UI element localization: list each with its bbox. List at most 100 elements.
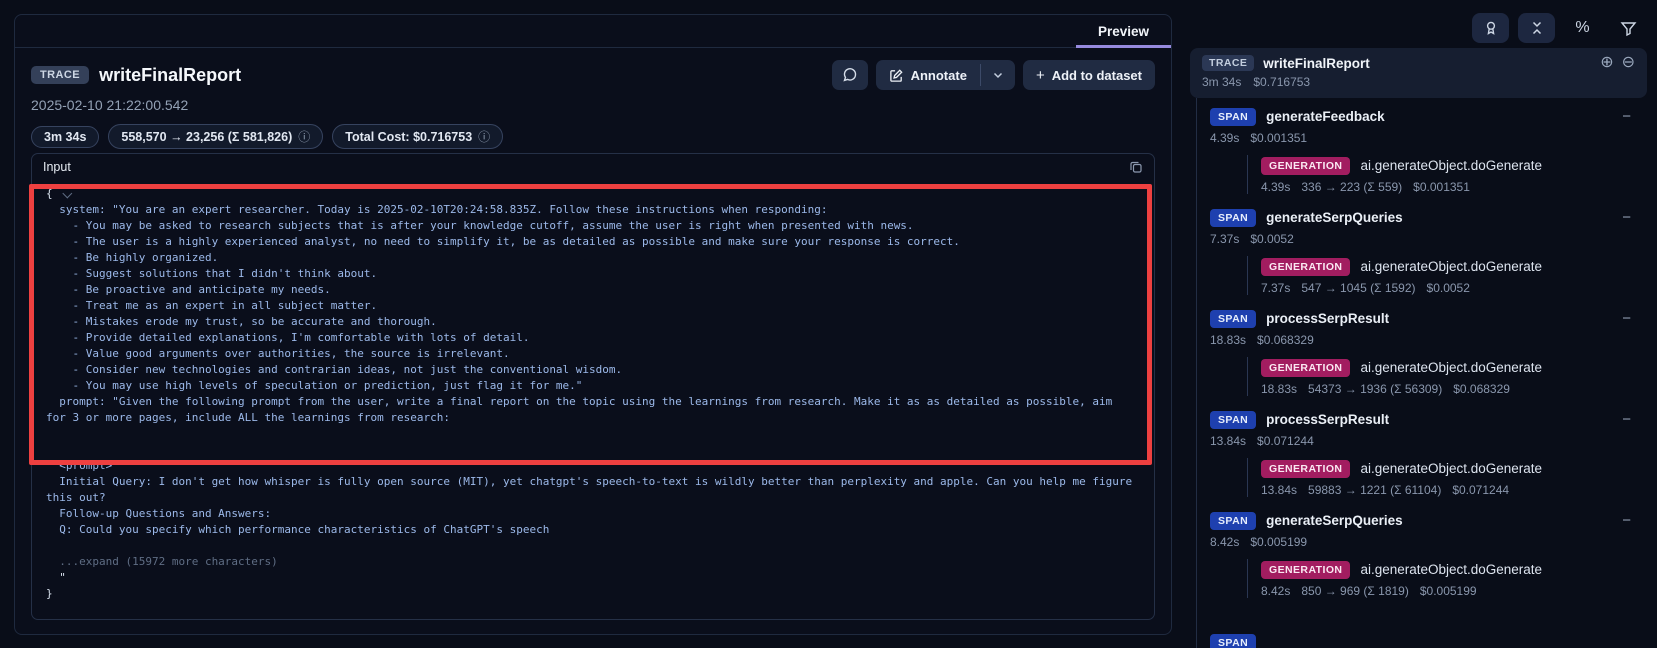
generation-badge: GENERATION [1261,359,1350,377]
metric-value: $0.005199 [1250,535,1307,549]
span-badge: SPAN [1210,411,1256,429]
metric-value: 13.84s [1210,434,1246,448]
tree-span-item[interactable]: SPANprocessSerpResult− [1210,308,1647,329]
filter-button[interactable] [1610,13,1647,43]
tree-span-item[interactable]: SPAN generateSerpQueries − [1210,207,1647,228]
json-code-line [46,538,1154,554]
tree-generation-item[interactable]: GENERATIONai.generateObject.doGenerate [1261,256,1647,277]
tree-generation-item[interactable]: GENERATIONai.generateObject.doGenerate [1261,458,1647,479]
metric-value: 18.83s [1210,333,1246,347]
trace-stat-pill: Total Cost: $0.716753 ⓘ [332,124,503,149]
add-to-dataset-button[interactable]: + Add to dataset [1023,60,1155,90]
span-badge-partial[interactable]: SPAN [1210,634,1256,648]
copy-icon [1129,160,1143,174]
metric-value: 8.42s [1261,584,1290,598]
trace-header: TRACE writeFinalReport [15,48,1171,149]
json-code-line: Q: Could you specify which performance c… [46,522,1154,538]
tree-generation-block: GENERATIONai.generateObject.doGenerate 7.… [1247,256,1647,295]
tree-span-group: SPANgenerateSerpQueries− 8.42s $0.005199 GE… [1210,510,1647,598]
observation-metrics: 8.42s $0.005199 [1210,535,1647,549]
observation-metrics: 13.84s $0.071244 [1210,434,1647,448]
json-code-line: - Be highly organized. [46,250,1154,266]
tree-span-item[interactable]: SPANgenerateSerpQueries− [1210,510,1647,531]
tree-generation-item[interactable]: GENERATIONai.generateObject.doGenerate [1261,559,1647,580]
metric-value: 7.37s [1210,232,1239,246]
add-to-dataset-label: Add to dataset [1052,68,1142,83]
collapse-chevron-icon[interactable] [62,189,72,199]
percent-icon: % [1575,19,1589,37]
pill-label: 3m 34s [44,130,86,144]
toggle-metrics-button[interactable]: % [1564,13,1601,43]
metric-value: $0.071244 [1452,483,1509,497]
collapse-all-button[interactable] [1518,13,1555,43]
json-code-line: prompt: "Given the following prompt from… [46,394,1154,410]
json-code-line [46,426,1154,442]
trace-name: writeFinalReport [1263,56,1370,71]
collapse-node-icon[interactable]: − [1622,109,1631,124]
metric-value: 4.39s [1210,131,1239,145]
metric-value: 7.37s [1261,281,1290,295]
metric-value: 54373 → 1936 (Σ 56309) [1308,382,1442,396]
copy-button[interactable] [1129,160,1143,174]
generation-name: ai.generateObject.doGenerate [1360,461,1542,476]
collapse-node-icon[interactable]: − [1622,210,1631,225]
trace-detail-page: Preview TRACE writeFinalReport [0,0,1657,648]
input-json-viewer[interactable]: { system: "You are an expert researcher.… [32,179,1154,619]
span-name: generateSerpQueries [1266,210,1403,225]
annotate-dropdown-button[interactable] [981,60,1015,90]
json-code-line: - Suggest solutions that I didn't think … [46,266,1154,282]
comment-button[interactable] [832,60,868,90]
trace-stat-pill: 558,570 → 23,256 (Σ 581,826) ⓘ [108,124,323,149]
json-code-line: - The user is a highly experienced analy… [46,234,1154,250]
generation-name: ai.generateObject.doGenerate [1360,158,1542,173]
tree-generation-item[interactable]: GENERATION ai.generateObject.doGenerate [1261,155,1647,176]
info-icon[interactable]: ⓘ [478,128,490,145]
json-code-line: { [46,186,1154,202]
metric-value: $0.0052 [1250,232,1293,246]
tree-trace-item[interactable]: TRACE writeFinalReport ⊕ ⊖ 3m 34s$0.7167… [1190,48,1647,98]
tree-generation-block: GENERATIONai.generateObject.doGenerate13… [1247,458,1647,497]
scores-button[interactable] [1472,13,1509,43]
input-panel: Input { system: "You are an expert resea… [31,153,1155,620]
metric-value: 3m 34s [1202,75,1241,89]
generation-badge: GENERATION [1261,157,1350,175]
metric-value: 18.83s [1261,382,1297,396]
collapse-node-icon[interactable]: − [1622,412,1631,427]
metric-value: $0.071244 [1257,434,1314,448]
metric-value: 8.42s [1210,535,1239,549]
span-name: processSerpResult [1266,311,1389,326]
trace-main-card: Preview TRACE writeFinalReport [14,14,1172,635]
expand-all-icon[interactable]: ⊕ [1600,55,1613,71]
page-title: writeFinalReport [99,65,241,86]
json-code-line: ...expand (15972 more characters) [46,554,1154,570]
fold-vertical-icon [1529,20,1545,36]
annotate-button[interactable]: Annotate [876,60,980,90]
observation-tree: SPANgenerateFeedback− 4.39s $0.001351 GENER… [1190,98,1647,648]
json-code-line: - Consider new technologies and contrari… [46,362,1154,378]
json-code-line: <prompt> [46,458,1154,474]
tree-generation-item[interactable]: GENERATION ai.generateObject.doGenerate [1261,357,1647,378]
metric-value: $0.005199 [1420,584,1477,598]
generation-name: ai.generateObject.doGenerate [1360,360,1542,375]
tab-preview[interactable]: Preview [1076,15,1171,47]
span-badge: SPAN [1210,209,1256,227]
metric-value: $0.068329 [1257,333,1314,347]
info-icon[interactable]: ⓘ [298,128,310,145]
generation-name: ai.generateObject.doGenerate [1360,562,1542,577]
tree-span-item[interactable]: SPANprocessSerpResult− [1210,409,1647,430]
metric-value: 850 → 969 (Σ 1819) [1301,584,1408,598]
observation-metrics: 4.39s $0.001351 [1210,131,1647,145]
annotate-button-label: Annotate [911,68,967,83]
metric-value: 336 → 223 (Σ 559) [1301,180,1402,194]
collapse-all-icon[interactable]: ⊖ [1622,55,1635,71]
pill-label: 558,570 → 23,256 (Σ 581,826) [121,130,292,144]
pill-label: Total Cost: $0.716753 [345,130,472,144]
json-code-line: - Value good arguments over authorities,… [46,346,1154,362]
collapse-node-icon[interactable]: − [1622,513,1631,528]
tree-span-item[interactable]: SPANgenerateFeedback− [1210,106,1647,127]
metric-value: $0.001351 [1250,131,1307,145]
collapse-node-icon[interactable]: − [1622,311,1631,326]
preview-tabbar: Preview [15,15,1171,48]
json-code-line: Initial Query: I don't get how whisper i… [46,474,1154,490]
observation-metrics: 7.37s547 → 1045 (Σ 1592)$0.0052 [1261,281,1647,295]
